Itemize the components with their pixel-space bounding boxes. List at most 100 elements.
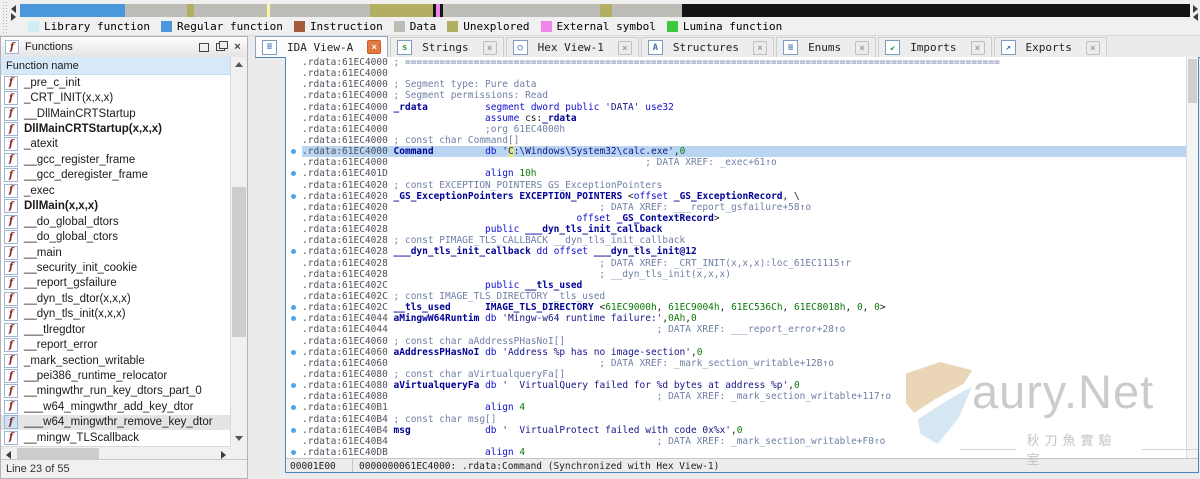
navigation-band[interactable]: [20, 4, 1190, 17]
disassembly-line[interactable]: .rdata:61EC4060 aAddressPHasNoI db 'Addr…: [286, 347, 1198, 358]
disassembly-line[interactable]: .rdata:61EC4000 ; DATA XREF: _exec+61↑o: [286, 157, 1198, 168]
tab-close-icon[interactable]: ×: [617, 40, 632, 55]
disassembly-line[interactable]: .rdata:61EC40B1 align 4: [286, 402, 1198, 413]
disassembly-line[interactable]: .rdata:61EC4000 Command db 'C:\Windows\S…: [286, 146, 1198, 158]
nav-band-right-arrow-icon[interactable]: [1193, 5, 1198, 13]
tab-structures[interactable]: A Structures ×: [640, 37, 775, 57]
function-list-item[interactable]: f __report_error: [1, 337, 231, 353]
tab-exports[interactable]: ↗ Exports ×: [993, 37, 1107, 57]
function-list-item[interactable]: f ___w64_mingwthr_add_key_dtor: [1, 399, 231, 414]
disassembly-line[interactable]: .rdata:61EC4080 ; const char aVirtualque…: [286, 369, 1198, 380]
function-list-item[interactable]: f _CRT_INIT(x,x,x): [1, 90, 231, 106]
function-list-item[interactable]: f __do_global_ctors: [1, 229, 231, 245]
toolbar-grip[interactable]: [2, 2, 8, 33]
disassembly-line[interactable]: .rdata:61EC4080 aVirtualqueryFa db ' Vir…: [286, 380, 1198, 391]
function-list-item[interactable]: f _mark_section_writable: [1, 353, 231, 368]
tab-hex-view-1[interactable]: ○ Hex View-1 ×: [505, 37, 639, 57]
disassembly-line[interactable]: .rdata:61EC4020 ; const EXCEPTION_POINTE…: [286, 180, 1198, 191]
tab-close-icon[interactable]: ×: [1085, 40, 1100, 55]
disassembly-line[interactable]: .rdata:61EC4044 aMingwW64Runtim db 'Ming…: [286, 313, 1198, 324]
line-margin: [286, 202, 302, 213]
close-panel-button[interactable]: ×: [230, 40, 245, 54]
disassembly-vertical-scrollbar[interactable]: [1186, 57, 1198, 458]
disassembly-line[interactable]: .rdata:61EC40B4 ; const char msg[]: [286, 414, 1198, 425]
function-list-item[interactable]: f _exec: [1, 183, 231, 198]
disassembly-line[interactable]: .rdata:61EC4080 ; DATA XREF: _mark_secti…: [286, 391, 1198, 402]
tab-close-icon[interactable]: ×: [367, 40, 382, 54]
disassembly-scroll-thumb[interactable]: [1188, 59, 1197, 103]
disassembly-line[interactable]: .rdata:61EC402C ; const IMAGE_TLS_DIRECT…: [286, 291, 1198, 302]
disassembly-line[interactable]: .rdata:61EC4000 _rdata segment dword pub…: [286, 102, 1198, 113]
function-list-item[interactable]: f __security_init_cookie: [1, 260, 231, 275]
tab-strings[interactable]: s Strings ×: [390, 37, 504, 57]
disassembly-line[interactable]: .rdata:61EC402C __tls_used IMAGE_TLS_DIR…: [286, 302, 1198, 313]
tab-close-icon[interactable]: ×: [482, 40, 497, 55]
disassembly-line[interactable]: .rdata:61EC4060 ; const char aAddressPHa…: [286, 336, 1198, 347]
disassembly-line[interactable]: .rdata:61EC40B4 msg db ' VirtualProtect …: [286, 425, 1198, 436]
disassembly-line[interactable]: .rdata:61EC402C public __tls_used: [286, 280, 1198, 291]
disassembly-line[interactable]: .rdata:61EC40B4 ; DATA XREF: _mark_secti…: [286, 436, 1198, 447]
function-list-item[interactable]: f __pei386_runtime_relocator: [1, 368, 231, 384]
function-name-column-header[interactable]: Function name: [1, 57, 231, 75]
disassembly-line[interactable]: .rdata:61EC4000 ; Segment type: Pure dat…: [286, 79, 1198, 90]
line-margin: [286, 79, 302, 90]
function-list-item[interactable]: f ___tlregdtor: [1, 322, 231, 337]
tab-imports[interactable]: ↙ Imports ×: [878, 37, 992, 57]
float-button[interactable]: [213, 40, 228, 54]
function-list-item[interactable]: f _pre_c_init: [1, 75, 231, 90]
scroll-up-icon[interactable]: [231, 57, 247, 72]
disassembly-line[interactable]: .rdata:61EC4028 ; const PIMAGE_TLS_CALLB…: [286, 235, 1198, 246]
function-list-item[interactable]: f DllMainCRTStartup(x,x,x): [1, 121, 231, 137]
disassembly-line[interactable]: .rdata:61EC4000 ; Segment permissions: R…: [286, 90, 1198, 101]
scroll-down-icon[interactable]: [231, 431, 247, 446]
functions-vertical-scrollbar[interactable]: [230, 57, 247, 446]
disassembly-line[interactable]: .rdata:61EC401D align 10h: [286, 168, 1198, 179]
disassembly-line[interactable]: .rdata:61EC4020 _GS_ExceptionPointers EX…: [286, 191, 1198, 202]
disassembly-line[interactable]: .rdata:61EC4060 ; DATA XREF: _mark_secti…: [286, 358, 1198, 369]
function-list-item[interactable]: f __mingw_TLScallback: [1, 430, 231, 445]
function-name: ___w64_mingwthr_add_key_dtor: [24, 400, 194, 413]
functions-panel-titlebar[interactable]: f Functions ×: [1, 37, 247, 58]
function-icon: f: [4, 260, 18, 275]
maximize-button[interactable]: [196, 40, 211, 54]
function-list-item[interactable]: f __dyn_tls_dtor(x,x,x): [1, 291, 231, 306]
function-list-item[interactable]: f __gcc_deregister_frame: [1, 168, 231, 183]
function-list-item[interactable]: f __mingwthr_run_key_dtors_part_0: [1, 384, 231, 399]
function-list-item[interactable]: f __report_gsfailure: [1, 276, 231, 291]
disassembly-line[interactable]: .rdata:61EC4028 ; DATA XREF: _CRT_INIT(x…: [286, 258, 1198, 269]
nav-right-arrow-icon[interactable]: [11, 13, 16, 21]
disassembly-line[interactable]: .rdata:61EC40DB align 4: [286, 447, 1198, 458]
function-list-item[interactable]: f __gcc_register_frame: [1, 152, 231, 167]
function-list-item[interactable]: f __DllMainCRTStartup: [1, 106, 231, 121]
line-text: .rdata:61EC401D align 10h: [302, 168, 537, 180]
tab-close-icon[interactable]: ×: [855, 40, 870, 55]
disassembly-line[interactable]: .rdata:61EC4000 assume cs:_rdata: [286, 113, 1198, 124]
disassembly-line[interactable]: .rdata:61EC4028 ___dyn_tls_init_callback…: [286, 246, 1198, 257]
function-list-item[interactable]: f _atexit: [1, 137, 231, 152]
vertical-scroll-thumb[interactable]: [232, 187, 246, 337]
disassembly-line[interactable]: .rdata:61EC4000 ; ======================…: [286, 57, 1198, 68]
tab-enums[interactable]: ≡ Enums ×: [776, 37, 877, 57]
function-list-item[interactable]: f __do_global_dtors: [1, 214, 231, 229]
line-text: .rdata:61EC4000 ; ======================…: [302, 57, 1000, 68]
disassembly-line[interactable]: .rdata:61EC4000 ; const char Command[]: [286, 135, 1198, 146]
disassembly-line[interactable]: .rdata:61EC4044 ; DATA XREF: ___report_e…: [286, 324, 1198, 335]
disassembly-line[interactable]: .rdata:61EC4020 offset _GS_ContextRecord…: [286, 213, 1198, 224]
disassembly-line[interactable]: .rdata:61EC4028 ; __dyn_tls_init(x,x,x): [286, 269, 1198, 280]
disassembly-line[interactable]: .rdata:61EC4020 ; DATA XREF: ___report_g…: [286, 202, 1198, 213]
tab-ida-view-a[interactable]: ≡ IDA View-A ×: [255, 36, 389, 57]
function-name: __main: [24, 246, 62, 259]
function-list-item[interactable]: f ___w64_mingwthr_remove_key_dtor: [1, 414, 231, 431]
disassembly-line[interactable]: .rdata:61EC4000: [286, 68, 1198, 79]
nav-left-arrow-icon[interactable]: [11, 5, 16, 13]
disassembly-line[interactable]: .rdata:61EC4000 ;org 61EC4000h: [286, 124, 1198, 135]
function-list-item[interactable]: f __main: [1, 245, 231, 260]
tab-close-icon[interactable]: ×: [753, 40, 768, 55]
disassembly-line[interactable]: .rdata:61EC4028 public ___dyn_tls_init_c…: [286, 224, 1198, 235]
line-text: .rdata:61EC4020 ; DATA XREF: ___report_g…: [302, 201, 812, 213]
tab-close-icon[interactable]: ×: [970, 40, 985, 55]
function-list-item[interactable]: f __dyn_tls_init(x,x,x): [1, 307, 231, 322]
nav-band-left-arrow-icon[interactable]: [1193, 13, 1198, 21]
disassembly-listing[interactable]: .rdata:61EC4000 ; ======================…: [286, 57, 1198, 458]
function-list-item[interactable]: f DllMain(x,x,x): [1, 199, 231, 214]
